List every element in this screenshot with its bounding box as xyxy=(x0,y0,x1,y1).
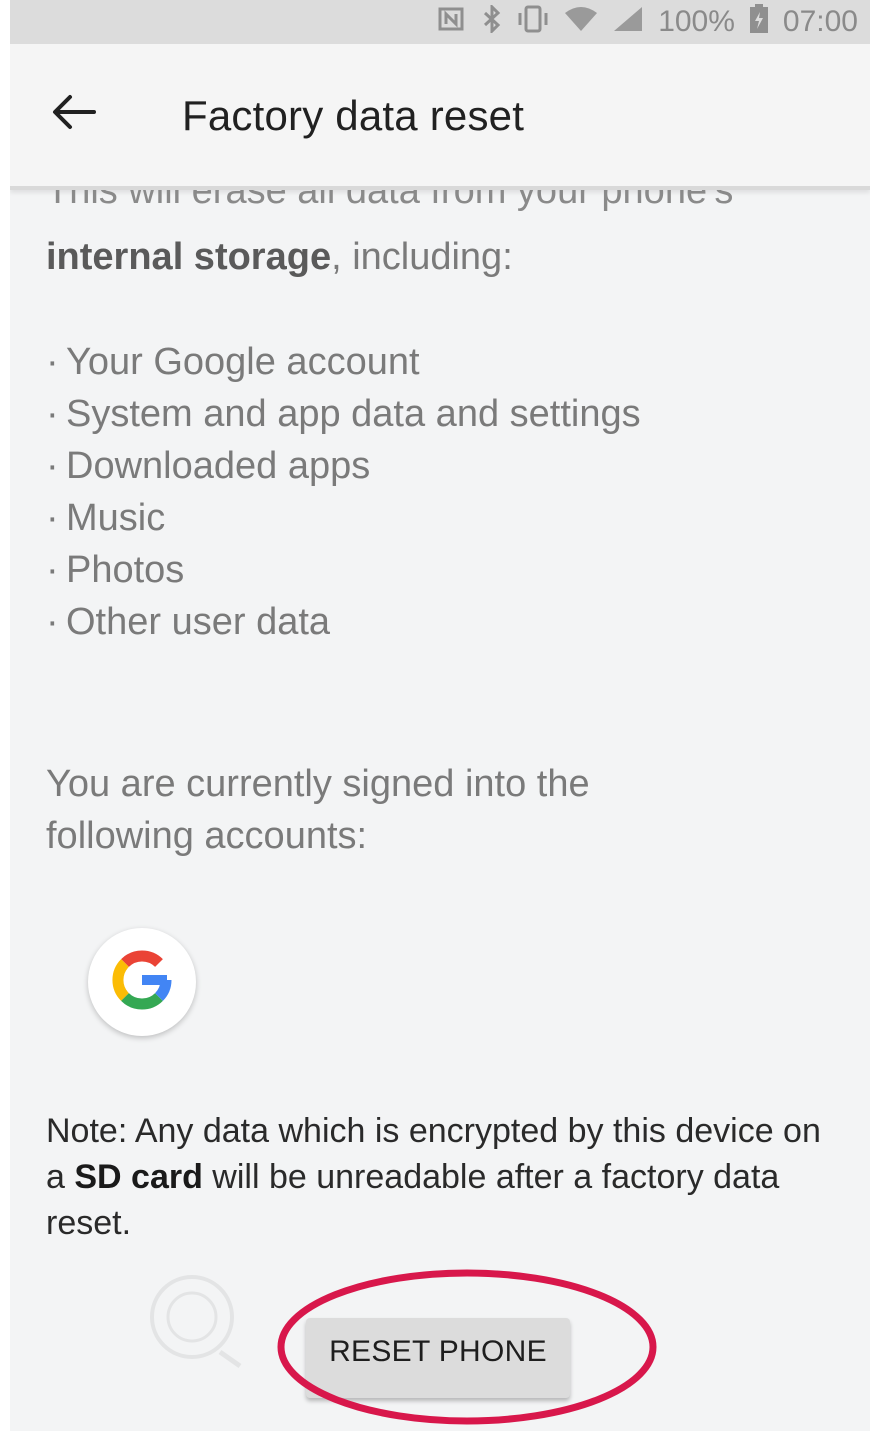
battery-percent: 100% xyxy=(658,5,735,38)
phone-screen: 100% 07:00 Factory data reset This will … xyxy=(10,0,870,1431)
google-g-icon xyxy=(106,944,178,1021)
list-item: · Other user data xyxy=(46,601,331,643)
list-item: · Your Google account xyxy=(46,341,420,383)
status-time: 07:00 xyxy=(782,5,858,38)
list-item: · System and app data and settings xyxy=(46,393,641,435)
intro-cut-line: This will erase all data from your phone… xyxy=(46,190,846,232)
sd-card-bold: SD card xyxy=(74,1158,203,1196)
erase-items-list: · Your Google account · System and app dat… xyxy=(46,336,641,648)
app-bar: Factory data reset xyxy=(10,44,870,190)
list-item: · Music xyxy=(46,497,166,539)
wifi-icon xyxy=(564,5,598,40)
signal-icon xyxy=(612,5,644,40)
intro-cut-text: This will erase all data from your phone… xyxy=(46,190,734,212)
nfc-icon xyxy=(438,6,468,39)
accounts-text: You are currently signed into the follow… xyxy=(46,758,590,862)
battery-icon xyxy=(749,3,769,41)
back-button[interactable] xyxy=(46,86,102,142)
intro-bold-text: internal storage xyxy=(46,236,332,278)
intro-rest-text: , including: xyxy=(331,236,513,278)
accounts-line-1: You are currently signed into the xyxy=(46,763,590,805)
reset-phone-button[interactable]: RESET PHONE xyxy=(306,1318,570,1398)
page-title: Factory data reset xyxy=(182,92,525,139)
arrow-back-icon xyxy=(52,94,96,135)
accounts-line-2: following accounts: xyxy=(46,815,368,857)
list-item: · Downloaded apps xyxy=(46,445,371,487)
list-item: · Photos xyxy=(46,549,185,591)
status-bar: 100% 07:00 xyxy=(10,0,870,44)
intro-text: internal storage, including: xyxy=(46,236,513,279)
bluetooth-icon xyxy=(482,2,502,40)
vibrate-icon xyxy=(516,5,550,40)
google-account-avatar xyxy=(88,928,196,1036)
sd-card-note: Note: Any data which is encrypted by thi… xyxy=(46,1112,821,1242)
